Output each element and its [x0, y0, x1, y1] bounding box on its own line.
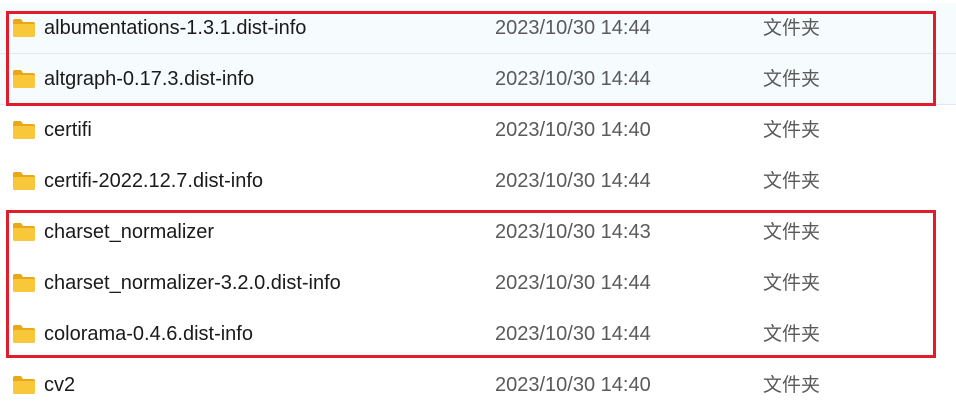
file-type: 文件夹 — [763, 170, 821, 192]
file-modified-date: 2023/10/30 14:44 — [495, 323, 651, 345]
file-modified-date: 2023/10/30 14:40 — [495, 374, 651, 396]
file-row[interactable]: certifi 2023/10/30 14:40 文件夹 — [0, 105, 956, 156]
file-row[interactable]: certifi-2022.12.7.dist-info 2023/10/30 1… — [0, 156, 956, 207]
file-type: 文件夹 — [763, 17, 821, 39]
file-modified-date: 2023/10/30 14:44 — [495, 17, 651, 39]
file-row[interactable]: charset_normalizer-3.2.0.dist-info 2023/… — [0, 258, 956, 309]
file-name[interactable]: colorama-0.4.6.dist-info — [44, 309, 253, 360]
file-type: 文件夹 — [763, 323, 821, 345]
folder-icon — [12, 69, 36, 89]
file-name[interactable]: charset_normalizer — [44, 207, 214, 258]
file-modified-date: 2023/10/30 14:44 — [495, 68, 651, 90]
file-row[interactable]: charset_normalizer 2023/10/30 14:43 文件夹 — [0, 207, 956, 258]
file-row[interactable]: colorama-0.4.6.dist-info 2023/10/30 14:4… — [0, 309, 956, 360]
file-type: 文件夹 — [763, 221, 821, 243]
file-name[interactable]: albumentations-1.3.1.dist-info — [44, 3, 306, 54]
file-row[interactable]: cv2 2023/10/30 14:40 文件夹 — [0, 360, 956, 411]
file-modified-date: 2023/10/30 14:43 — [495, 221, 651, 243]
file-type: 文件夹 — [763, 272, 821, 294]
file-row[interactable]: altgraph-0.17.3.dist-info 2023/10/30 14:… — [0, 54, 956, 105]
folder-icon — [12, 324, 36, 344]
file-name[interactable]: certifi — [44, 105, 92, 156]
folder-icon — [12, 120, 36, 140]
file-name[interactable]: charset_normalizer-3.2.0.dist-info — [44, 258, 341, 309]
file-type: 文件夹 — [763, 119, 821, 141]
file-type: 文件夹 — [763, 374, 821, 396]
folder-icon — [12, 375, 36, 395]
folder-icon — [12, 222, 36, 242]
folder-icon — [12, 273, 36, 293]
file-modified-date: 2023/10/30 14:40 — [495, 119, 651, 141]
file-name[interactable]: altgraph-0.17.3.dist-info — [44, 54, 254, 105]
file-type: 文件夹 — [763, 68, 821, 90]
folder-icon — [12, 18, 36, 38]
file-modified-date: 2023/10/30 14:44 — [495, 272, 651, 294]
file-modified-date: 2023/10/30 14:44 — [495, 170, 651, 192]
file-name[interactable]: certifi-2022.12.7.dist-info — [44, 156, 263, 207]
file-name[interactable]: cv2 — [44, 360, 75, 411]
file-list: albumentations-1.3.1.dist-info 2023/10/3… — [0, 0, 956, 402]
folder-icon — [12, 171, 36, 191]
file-row[interactable]: albumentations-1.3.1.dist-info 2023/10/3… — [0, 3, 956, 54]
